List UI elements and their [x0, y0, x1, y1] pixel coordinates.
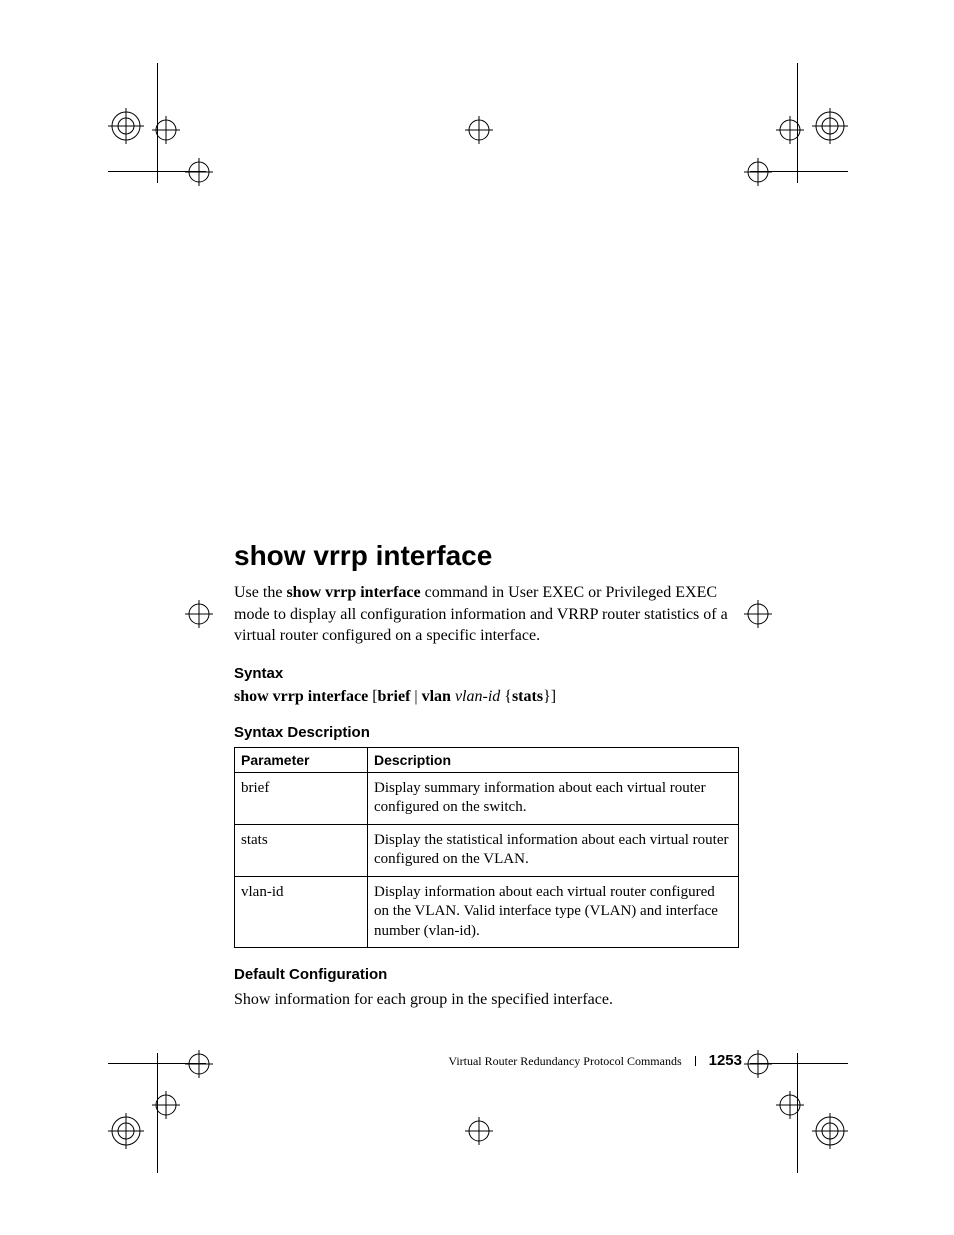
param-name: brief	[235, 772, 368, 824]
syntax-description-heading: Syntax Description	[234, 724, 742, 741]
footer-separator	[695, 1056, 696, 1066]
param-name: vlan-id	[235, 876, 368, 948]
document-body: show vrrp interface Use the show vrrp in…	[234, 540, 742, 1011]
param-name: stats	[235, 824, 368, 876]
default-config-heading: Default Configuration	[234, 966, 742, 983]
param-desc: Display the statistical information abou…	[368, 824, 739, 876]
syntax-end: }]	[543, 688, 556, 705]
table-row: brief Display summary information about …	[235, 772, 739, 824]
command-heading: show vrrp interface	[234, 540, 742, 572]
table-row: stats Display the statistical informatio…	[235, 824, 739, 876]
default-config-body: Show information for each group in the s…	[234, 989, 742, 1011]
syntax-open2: {	[500, 688, 512, 705]
page-number: 1253	[709, 1052, 742, 1069]
param-desc: Display summary information about each v…	[368, 772, 739, 824]
table-header-parameter: Parameter	[235, 747, 368, 772]
param-desc: Display information about each virtual r…	[368, 876, 739, 948]
syntax-sep: [	[368, 688, 377, 705]
table-header-description: Description	[368, 747, 739, 772]
table-row: vlan-id Display information about each v…	[235, 876, 739, 948]
syntax-stats: stats	[512, 688, 543, 705]
syntax-brief: brief	[378, 688, 411, 705]
intro-paragraph: Use the show vrrp interface command in U…	[234, 582, 742, 647]
syntax-vlan: vlan	[422, 688, 451, 705]
syntax-cmd: show vrrp interface	[234, 688, 368, 705]
intro-pre: Use the	[234, 584, 286, 601]
syntax-line: show vrrp interface [brief | vlan vlan-i…	[234, 688, 742, 706]
syntax-vlanid: vlan-id	[455, 688, 500, 705]
footer-section-title: Virtual Router Redundancy Protocol Comma…	[448, 1054, 681, 1068]
intro-command-name: show vrrp interface	[286, 584, 420, 601]
syntax-heading: Syntax	[234, 665, 742, 682]
syntax-pipe: |	[410, 688, 421, 705]
page-footer: Virtual Router Redundancy Protocol Comma…	[234, 1052, 742, 1069]
parameter-table: Parameter Description brief Display summ…	[234, 747, 739, 949]
